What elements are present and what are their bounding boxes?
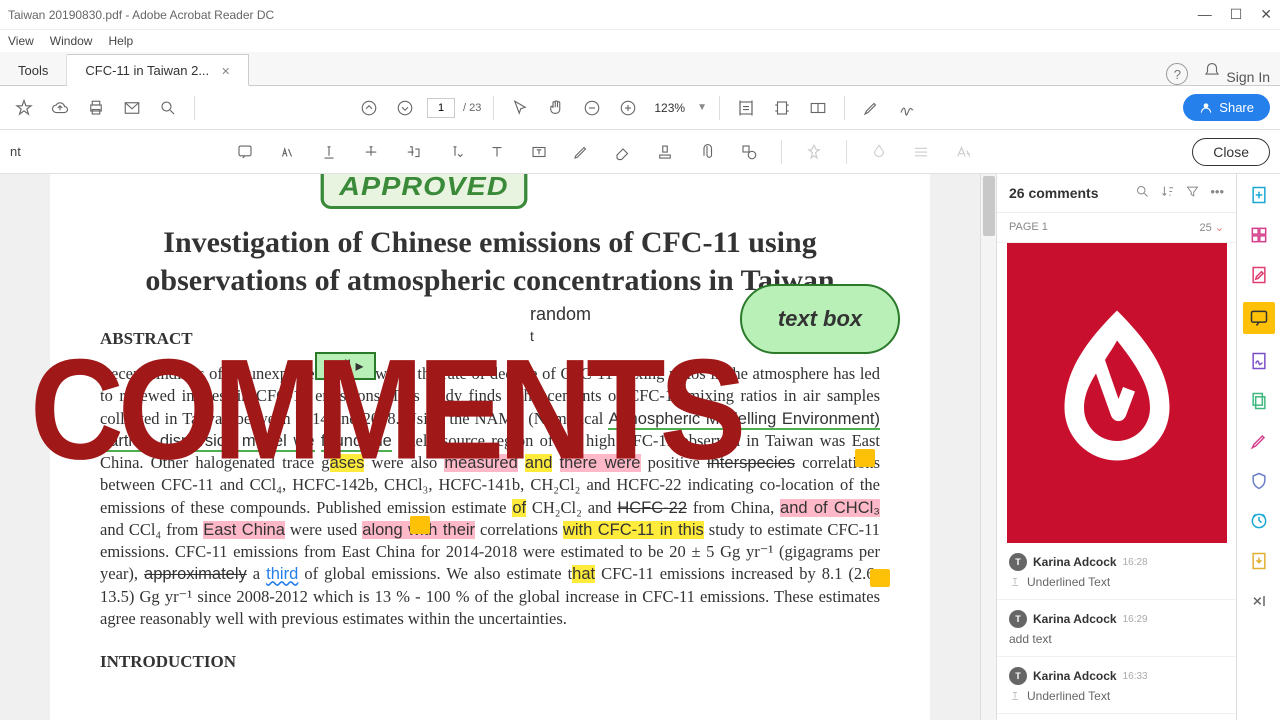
comment-type-icon: T: [1009, 553, 1027, 571]
comments-panel: 26 comments ••• PAGE 1 25 ⌄ TKarina Adco…: [996, 174, 1236, 720]
more-tools-icon[interactable]: [1246, 588, 1272, 614]
textbox-tool-icon[interactable]: [525, 138, 553, 166]
window-titlebar: Taiwan 20190830.pdf - Adobe Acrobat Read…: [0, 0, 1280, 30]
sticky-note-icon[interactable]: [410, 516, 430, 534]
insert-text-tool-icon[interactable]: [441, 138, 469, 166]
strikethrough-tool-icon[interactable]: [357, 138, 385, 166]
main-toolbar: / 23 123% ▼ Share: [0, 86, 1280, 130]
close-toolbar-button[interactable]: Close: [1192, 138, 1270, 166]
search-icon[interactable]: [154, 94, 182, 122]
abstract-body: Recent findings of an unexpected slowdow…: [100, 363, 880, 630]
zoom-value[interactable]: 123%: [650, 101, 689, 115]
menu-help[interactable]: Help: [108, 34, 133, 48]
scrollbar-thumb[interactable]: [983, 176, 995, 236]
mail-icon[interactable]: [118, 94, 146, 122]
random-text-annotation[interactable]: randomt: [530, 304, 591, 346]
document-page: APPROVED Investigation of Chinese emissi…: [50, 174, 930, 720]
eraser-tool-icon[interactable]: [609, 138, 637, 166]
window-title: Taiwan 20190830.pdf - Adobe Acrobat Read…: [8, 8, 1198, 22]
attach-tool-icon[interactable]: [693, 138, 721, 166]
hand-tool-icon[interactable]: [542, 94, 570, 122]
text-tool-icon[interactable]: [483, 138, 511, 166]
select-tool-icon[interactable]: [506, 94, 534, 122]
underline-tool-icon[interactable]: [315, 138, 343, 166]
comments-count: 26 comments: [1009, 185, 1135, 201]
page-total: / 23: [463, 102, 481, 114]
comment-type-icon: T: [1009, 667, 1027, 685]
tab-document[interactable]: CFC-11 in Taiwan 2...✕: [67, 54, 249, 86]
read-mode-icon[interactable]: [804, 94, 832, 122]
star-icon[interactable]: [10, 94, 38, 122]
close-window-icon[interactable]: ✕: [1260, 6, 1272, 23]
more-options-icon[interactable]: •••: [1210, 184, 1224, 202]
introduction-heading: INTRODUCTION: [100, 652, 880, 672]
bell-icon[interactable]: [1198, 57, 1226, 85]
sticky-note-tool-icon[interactable]: [231, 138, 259, 166]
highlight-tool-icon[interactable]: [857, 94, 885, 122]
comment-type-icon: T: [1009, 610, 1027, 628]
workspace: APPROVED Investigation of Chinese emissi…: [0, 174, 1280, 720]
page-number-input[interactable]: [427, 98, 455, 118]
tab-tools[interactable]: Tools: [0, 55, 67, 85]
right-tool-rail: [1236, 174, 1280, 720]
zoom-out-icon[interactable]: [578, 94, 606, 122]
font-icon: [949, 138, 977, 166]
organize-pages-icon[interactable]: [1246, 388, 1272, 414]
pin-icon: [800, 138, 828, 166]
export-pdf-icon[interactable]: [1246, 548, 1272, 574]
highlight-text-tool-icon[interactable]: [273, 138, 301, 166]
comments-panel-header: 26 comments •••: [997, 174, 1236, 213]
fit-width-icon[interactable]: [732, 94, 760, 122]
callout-annotation[interactable]: call ▸: [315, 352, 376, 380]
create-pdf-icon[interactable]: [1246, 182, 1272, 208]
replace-text-tool-icon[interactable]: [399, 138, 427, 166]
vertical-scrollbar[interactable]: [980, 174, 996, 720]
minimize-icon[interactable]: —: [1198, 6, 1212, 23]
comment-item[interactable]: TKarina Adcock16:28 Underlined Text: [997, 543, 1236, 600]
tab-close-icon[interactable]: ✕: [221, 66, 230, 78]
page-down-icon[interactable]: [391, 94, 419, 122]
search-comments-icon[interactable]: [1135, 184, 1150, 202]
compress-icon[interactable]: [1246, 508, 1272, 534]
approved-stamp[interactable]: APPROVED: [321, 174, 528, 209]
cloud-upload-icon[interactable]: [46, 94, 74, 122]
zoom-in-icon[interactable]: [614, 94, 642, 122]
tab-bar: Tools CFC-11 in Taiwan 2...✕ ? Sign In: [0, 52, 1280, 86]
fit-page-icon[interactable]: [768, 94, 796, 122]
protect-icon[interactable]: [1246, 468, 1272, 494]
line-weight-icon: [907, 138, 935, 166]
menu-view[interactable]: View: [8, 34, 34, 48]
sort-comments-icon[interactable]: [1160, 184, 1175, 202]
menu-bar: View Window Help: [0, 30, 1280, 52]
combine-files-icon[interactable]: [1246, 222, 1272, 248]
sign-in-link[interactable]: Sign In: [1226, 69, 1270, 85]
comment-toolbar-label: nt: [10, 144, 21, 159]
help-icon[interactable]: ?: [1166, 63, 1188, 85]
comment-item[interactable]: TKarina Adcock16:29 add text: [997, 600, 1236, 657]
shapes-tool-icon[interactable]: [735, 138, 763, 166]
comments-page-group[interactable]: PAGE 1 25 ⌄: [997, 213, 1236, 243]
comment-toolbar: nt Close: [0, 130, 1280, 174]
color-picker-icon: [865, 138, 893, 166]
edit-pdf-icon[interactable]: [1246, 262, 1272, 288]
fill-sign-icon[interactable]: [1246, 348, 1272, 374]
menu-window[interactable]: Window: [50, 34, 93, 48]
share-button[interactable]: Share: [1183, 94, 1270, 121]
pencil-tool-icon[interactable]: [567, 138, 595, 166]
print-icon[interactable]: [82, 94, 110, 122]
sign-tool-icon[interactable]: [893, 94, 921, 122]
sticky-note-icon[interactable]: [855, 449, 875, 467]
comment-tool-icon[interactable]: [1243, 302, 1275, 334]
stamp-tool-icon[interactable]: [651, 138, 679, 166]
document-viewport[interactable]: APPROVED Investigation of Chinese emissi…: [0, 174, 980, 720]
page-up-icon[interactable]: [355, 94, 383, 122]
comment-item[interactable]: TKarina Adcock16:33 Underlined Text: [997, 657, 1236, 714]
adobe-logo-overlay: [1007, 243, 1227, 543]
maximize-icon[interactable]: ☐: [1230, 6, 1243, 23]
redact-icon[interactable]: [1246, 428, 1272, 454]
textbox-annotation[interactable]: text box: [740, 284, 900, 354]
sticky-note-icon[interactable]: [870, 569, 890, 587]
filter-comments-icon[interactable]: [1185, 184, 1200, 202]
